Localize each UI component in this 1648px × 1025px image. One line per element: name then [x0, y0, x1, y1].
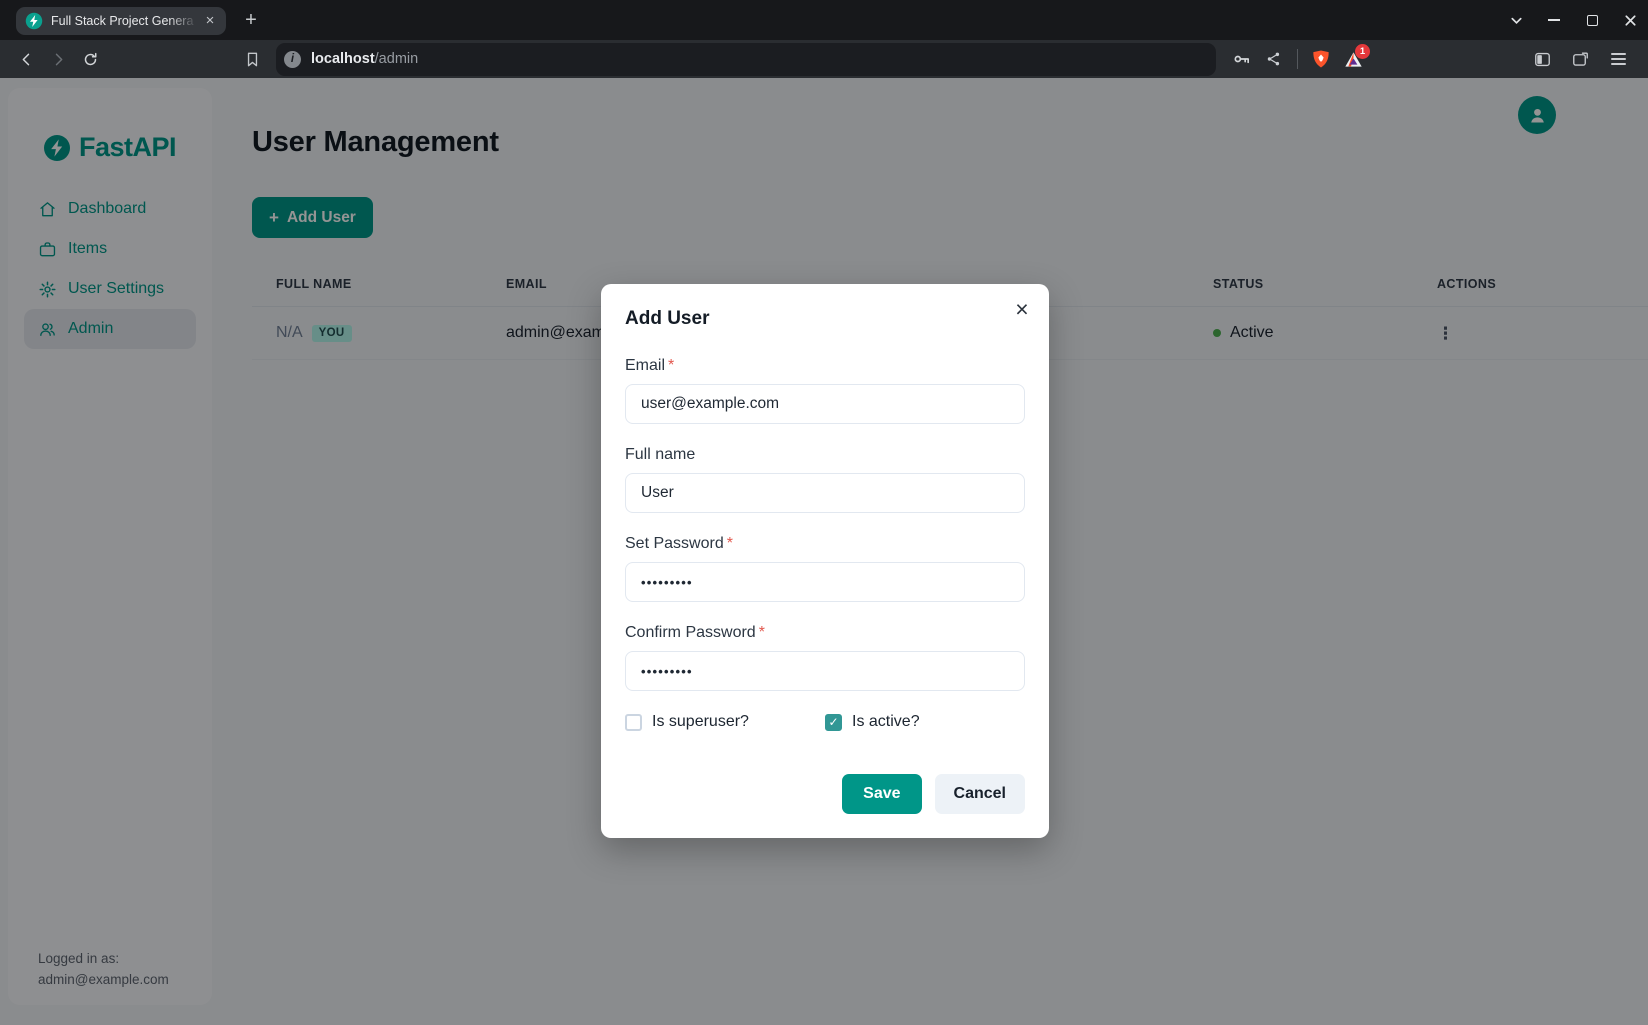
tab-close-icon[interactable]: × — [201, 12, 219, 30]
tab-search-chevron-icon[interactable] — [1504, 8, 1528, 32]
browser-tab[interactable]: Full Stack Project Genera × — [16, 7, 226, 35]
modal-close-icon[interactable]: × — [1009, 296, 1035, 322]
fastapi-favicon-icon — [25, 12, 43, 30]
is-active-label: Is active? — [852, 713, 920, 731]
url-bar[interactable]: i localhost/admin — [276, 43, 1216, 76]
required-asterisk: * — [668, 357, 674, 374]
required-asterisk: * — [727, 535, 733, 552]
url-path: /admin — [375, 51, 419, 67]
menu-hamburger-icon[interactable] — [1602, 43, 1634, 75]
url-text: localhost/admin — [311, 51, 418, 67]
email-field-group: Email* — [625, 357, 1025, 424]
confirm-password-label: Confirm Password* — [625, 624, 1025, 642]
full-name-field-group: Full name — [625, 446, 1025, 513]
url-host: localhost — [311, 51, 375, 67]
password-field-group: Set Password* — [625, 535, 1025, 602]
password-key-icon[interactable] — [1226, 43, 1258, 75]
is-active-checkbox[interactable]: ✓ Is active? — [825, 713, 1025, 731]
brave-rewards-icon[interactable]: 1 — [1337, 43, 1369, 75]
window-maximize-button[interactable] — [1580, 8, 1604, 32]
full-name-label: Full name — [625, 446, 1025, 464]
brave-shield-icon[interactable] — [1305, 43, 1337, 75]
bookmark-icon[interactable] — [236, 43, 268, 75]
add-user-modal: Add User × Email* Full name Set Password… — [601, 284, 1049, 838]
modal-footer: Save Cancel — [625, 774, 1025, 814]
email-field[interactable] — [625, 384, 1025, 424]
confirm-password-field[interactable] — [625, 651, 1025, 691]
required-asterisk: * — [759, 624, 765, 641]
rewards-notification-badge: 1 — [1355, 44, 1370, 59]
sidebar-toggle-icon[interactable] — [1526, 43, 1558, 75]
new-tab-button[interactable]: + — [238, 8, 264, 34]
full-name-field[interactable] — [625, 473, 1025, 513]
toolbar-divider — [1297, 49, 1298, 69]
back-button[interactable] — [10, 43, 42, 75]
window-minimize-button[interactable] — [1542, 8, 1566, 32]
window-close-button[interactable] — [1618, 8, 1642, 32]
page-content: FastAPI Dashboard Items User Settings Ad… — [0, 78, 1648, 1025]
tab-title: Full Stack Project Genera — [51, 14, 201, 28]
save-button[interactable]: Save — [842, 774, 921, 814]
modal-title: Add User — [625, 308, 1025, 330]
is-superuser-label: Is superuser? — [652, 713, 749, 731]
confirm-password-field-group: Confirm Password* — [625, 624, 1025, 691]
checkbox-row: Is superuser? ✓ Is active? — [625, 713, 1025, 731]
reload-button[interactable] — [74, 43, 106, 75]
is-superuser-checkbox[interactable]: Is superuser? — [625, 713, 825, 731]
browser-titlebar: Full Stack Project Genera × + — [0, 0, 1648, 40]
cancel-button[interactable]: Cancel — [935, 774, 1025, 814]
forward-button[interactable] — [42, 43, 74, 75]
email-label: Email* — [625, 357, 1025, 375]
checkbox-checked-icon[interactable]: ✓ — [825, 714, 842, 731]
share-icon[interactable] — [1258, 43, 1290, 75]
checkbox-unchecked-icon[interactable] — [625, 714, 642, 731]
password-label: Set Password* — [625, 535, 1025, 553]
site-info-icon[interactable]: i — [284, 51, 301, 68]
browser-toolbar: i localhost/admin 1 — [0, 40, 1648, 78]
wallet-panel-icon[interactable] — [1564, 43, 1596, 75]
password-field[interactable] — [625, 562, 1025, 602]
